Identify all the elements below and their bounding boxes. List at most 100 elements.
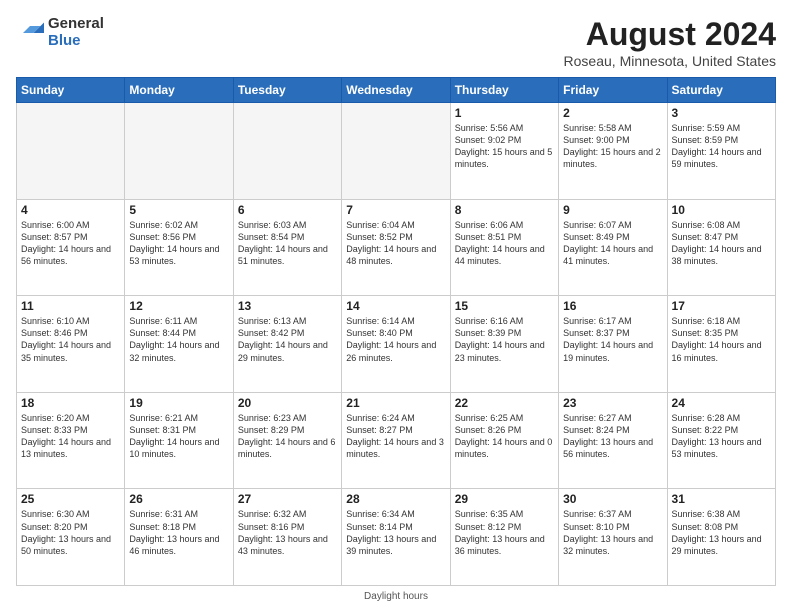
day-number: 31	[672, 492, 771, 506]
calendar-table: SundayMondayTuesdayWednesdayThursdayFrid…	[16, 77, 776, 586]
day-number: 19	[129, 396, 228, 410]
calendar-cell-20: 20Sunrise: 6:23 AMSunset: 8:29 PMDayligh…	[233, 392, 341, 489]
day-info: Sunrise: 6:11 AMSunset: 8:44 PMDaylight:…	[129, 315, 228, 364]
logo-general: General	[48, 16, 104, 33]
calendar-cell-empty	[125, 103, 233, 200]
day-info: Sunrise: 6:30 AMSunset: 8:20 PMDaylight:…	[21, 508, 120, 557]
day-info: Sunrise: 5:58 AMSunset: 9:00 PMDaylight:…	[563, 122, 662, 171]
day-info: Sunrise: 6:35 AMSunset: 8:12 PMDaylight:…	[455, 508, 554, 557]
header: General Blue August 2024 Roseau, Minneso…	[16, 16, 776, 69]
day-info: Sunrise: 6:20 AMSunset: 8:33 PMDaylight:…	[21, 412, 120, 461]
day-info: Sunrise: 5:56 AMSunset: 9:02 PMDaylight:…	[455, 122, 554, 171]
calendar-cell-5: 5 Sunrise: 6:02 AMSunset: 8:56 PMDaylight…	[125, 199, 233, 296]
week-row-0: 1 Sunrise: 5:56 AMSunset: 9:02 PMDaylight…	[17, 103, 776, 200]
calendar-cell-28: 28 Sunrise: 6:34 AMSunset: 8:14 PMDayligh…	[342, 489, 450, 586]
day-number: 25	[21, 492, 120, 506]
title-block: August 2024 Roseau, Minnesota, United St…	[564, 16, 776, 69]
day-number: 26	[129, 492, 228, 506]
week-row-4: 25 Sunrise: 6:30 AMSunset: 8:20 PMDayligh…	[17, 489, 776, 586]
day-number: 28	[346, 492, 445, 506]
logo-blue: Blue	[48, 33, 104, 50]
day-info: Sunrise: 6:10 AMSunset: 8:46 PMDaylight:…	[21, 315, 120, 364]
day-info: Sunrise: 6:25 AMSunset: 8:26 PMDaylight:…	[455, 412, 554, 461]
calendar-cell-empty	[17, 103, 125, 200]
calendar-cell-30: 30 Sunrise: 6:37 AMSunset: 8:10 PMDayligh…	[559, 489, 667, 586]
day-number: 11	[21, 299, 120, 313]
day-number: 14	[346, 299, 445, 313]
day-number: 4	[21, 203, 120, 217]
day-header-thursday: Thursday	[450, 78, 558, 103]
day-number: 6	[238, 203, 337, 217]
day-number: 23	[563, 396, 662, 410]
day-header-monday: Monday	[125, 78, 233, 103]
daylight-label: Daylight hours	[364, 591, 428, 602]
day-number: 1	[455, 106, 554, 120]
day-header-friday: Friday	[559, 78, 667, 103]
subtitle: Roseau, Minnesota, United States	[564, 53, 776, 69]
day-number: 15	[455, 299, 554, 313]
calendar-cell-25: 25 Sunrise: 6:30 AMSunset: 8:20 PMDayligh…	[17, 489, 125, 586]
day-number: 18	[21, 396, 120, 410]
calendar-cell-17: 17Sunrise: 6:18 AMSunset: 8:35 PMDayligh…	[667, 296, 775, 393]
day-info: Sunrise: 6:37 AMSunset: 8:10 PMDaylight:…	[563, 508, 662, 557]
calendar-cell-16: 16 Sunrise: 6:17 AMSunset: 8:37 PMDayligh…	[559, 296, 667, 393]
calendar-cell-12: 12Sunrise: 6:11 AMSunset: 8:44 PMDayligh…	[125, 296, 233, 393]
day-info: Sunrise: 6:00 AMSunset: 8:57 PMDaylight:…	[21, 219, 120, 268]
calendar-cell-10: 10 Sunrise: 6:08 AMSunset: 8:47 PMDayligh…	[667, 199, 775, 296]
calendar-cell-1: 1 Sunrise: 5:56 AMSunset: 9:02 PMDaylight…	[450, 103, 558, 200]
calendar-cell-13: 13Sunrise: 6:13 AMSunset: 8:42 PMDayligh…	[233, 296, 341, 393]
day-number: 9	[563, 203, 662, 217]
day-number: 21	[346, 396, 445, 410]
day-number: 16	[563, 299, 662, 313]
day-header-tuesday: Tuesday	[233, 78, 341, 103]
calendar-cell-26: 26 Sunrise: 6:31 AMSunset: 8:18 PMDayligh…	[125, 489, 233, 586]
day-header-wednesday: Wednesday	[342, 78, 450, 103]
day-number: 3	[672, 106, 771, 120]
calendar-cell-8: 8Sunrise: 6:06 AMSunset: 8:51 PMDaylight…	[450, 199, 558, 296]
day-number: 10	[672, 203, 771, 217]
day-header-saturday: Saturday	[667, 78, 775, 103]
day-number: 27	[238, 492, 337, 506]
calendar-header-row: SundayMondayTuesdayWednesdayThursdayFrid…	[17, 78, 776, 103]
calendar-cell-21: 21 Sunrise: 6:24 AMSunset: 8:27 PMDayligh…	[342, 392, 450, 489]
calendar-cell-7: 7Sunrise: 6:04 AMSunset: 8:52 PMDaylight…	[342, 199, 450, 296]
day-info: Sunrise: 5:59 AMSunset: 8:59 PMDaylight:…	[672, 122, 771, 171]
calendar-cell-3: 3 Sunrise: 5:59 AMSunset: 8:59 PMDaylight…	[667, 103, 775, 200]
day-info: Sunrise: 6:17 AMSunset: 8:37 PMDaylight:…	[563, 315, 662, 364]
day-number: 13	[238, 299, 337, 313]
day-info: Sunrise: 6:16 AMSunset: 8:39 PMDaylight:…	[455, 315, 554, 364]
day-info: Sunrise: 6:08 AMSunset: 8:47 PMDaylight:…	[672, 219, 771, 268]
calendar-cell-24: 24 Sunrise: 6:28 AMSunset: 8:22 PMDayligh…	[667, 392, 775, 489]
day-info: Sunrise: 6:18 AMSunset: 8:35 PMDaylight:…	[672, 315, 771, 364]
day-info: Sunrise: 6:21 AMSunset: 8:31 PMDaylight:…	[129, 412, 228, 461]
day-number: 5	[129, 203, 228, 217]
calendar-cell-29: 29 Sunrise: 6:35 AMSunset: 8:12 PMDayligh…	[450, 489, 558, 586]
day-info: Sunrise: 6:27 AMSunset: 8:24 PMDaylight:…	[563, 412, 662, 461]
day-info: Sunrise: 6:23 AMSunset: 8:29 PMDaylight:…	[238, 412, 337, 461]
week-row-3: 18 Sunrise: 6:20 AMSunset: 8:33 PMDayligh…	[17, 392, 776, 489]
day-number: 30	[563, 492, 662, 506]
calendar-cell-11: 11 Sunrise: 6:10 AMSunset: 8:46 PMDayligh…	[17, 296, 125, 393]
day-info: Sunrise: 6:06 AMSunset: 8:51 PMDaylight:…	[455, 219, 554, 268]
day-info: Sunrise: 6:32 AMSunset: 8:16 PMDaylight:…	[238, 508, 337, 557]
day-info: Sunrise: 6:28 AMSunset: 8:22 PMDaylight:…	[672, 412, 771, 461]
calendar-cell-6: 6Sunrise: 6:03 AMSunset: 8:54 PMDaylight…	[233, 199, 341, 296]
week-row-1: 4 Sunrise: 6:00 AMSunset: 8:57 PMDaylight…	[17, 199, 776, 296]
logo-icon	[16, 19, 44, 47]
day-info: Sunrise: 6:07 AMSunset: 8:49 PMDaylight:…	[563, 219, 662, 268]
calendar-cell-14: 14Sunrise: 6:14 AMSunset: 8:40 PMDayligh…	[342, 296, 450, 393]
calendar-cell-27: 27 Sunrise: 6:32 AMSunset: 8:16 PMDayligh…	[233, 489, 341, 586]
day-info: Sunrise: 6:31 AMSunset: 8:18 PMDaylight:…	[129, 508, 228, 557]
footer: Daylight hours	[16, 591, 776, 602]
calendar-cell-9: 9 Sunrise: 6:07 AMSunset: 8:49 PMDaylight…	[559, 199, 667, 296]
calendar-cell-23: 23 Sunrise: 6:27 AMSunset: 8:24 PMDayligh…	[559, 392, 667, 489]
day-info: Sunrise: 6:02 AMSunset: 8:56 PMDaylight:…	[129, 219, 228, 268]
calendar-cell-empty	[233, 103, 341, 200]
calendar-cell-31: 31Sunrise: 6:38 AMSunset: 8:08 PMDayligh…	[667, 489, 775, 586]
day-number: 29	[455, 492, 554, 506]
main-title: August 2024	[564, 16, 776, 53]
day-info: Sunrise: 6:34 AMSunset: 8:14 PMDaylight:…	[346, 508, 445, 557]
day-number: 24	[672, 396, 771, 410]
day-info: Sunrise: 6:24 AMSunset: 8:27 PMDaylight:…	[346, 412, 445, 461]
day-number: 2	[563, 106, 662, 120]
